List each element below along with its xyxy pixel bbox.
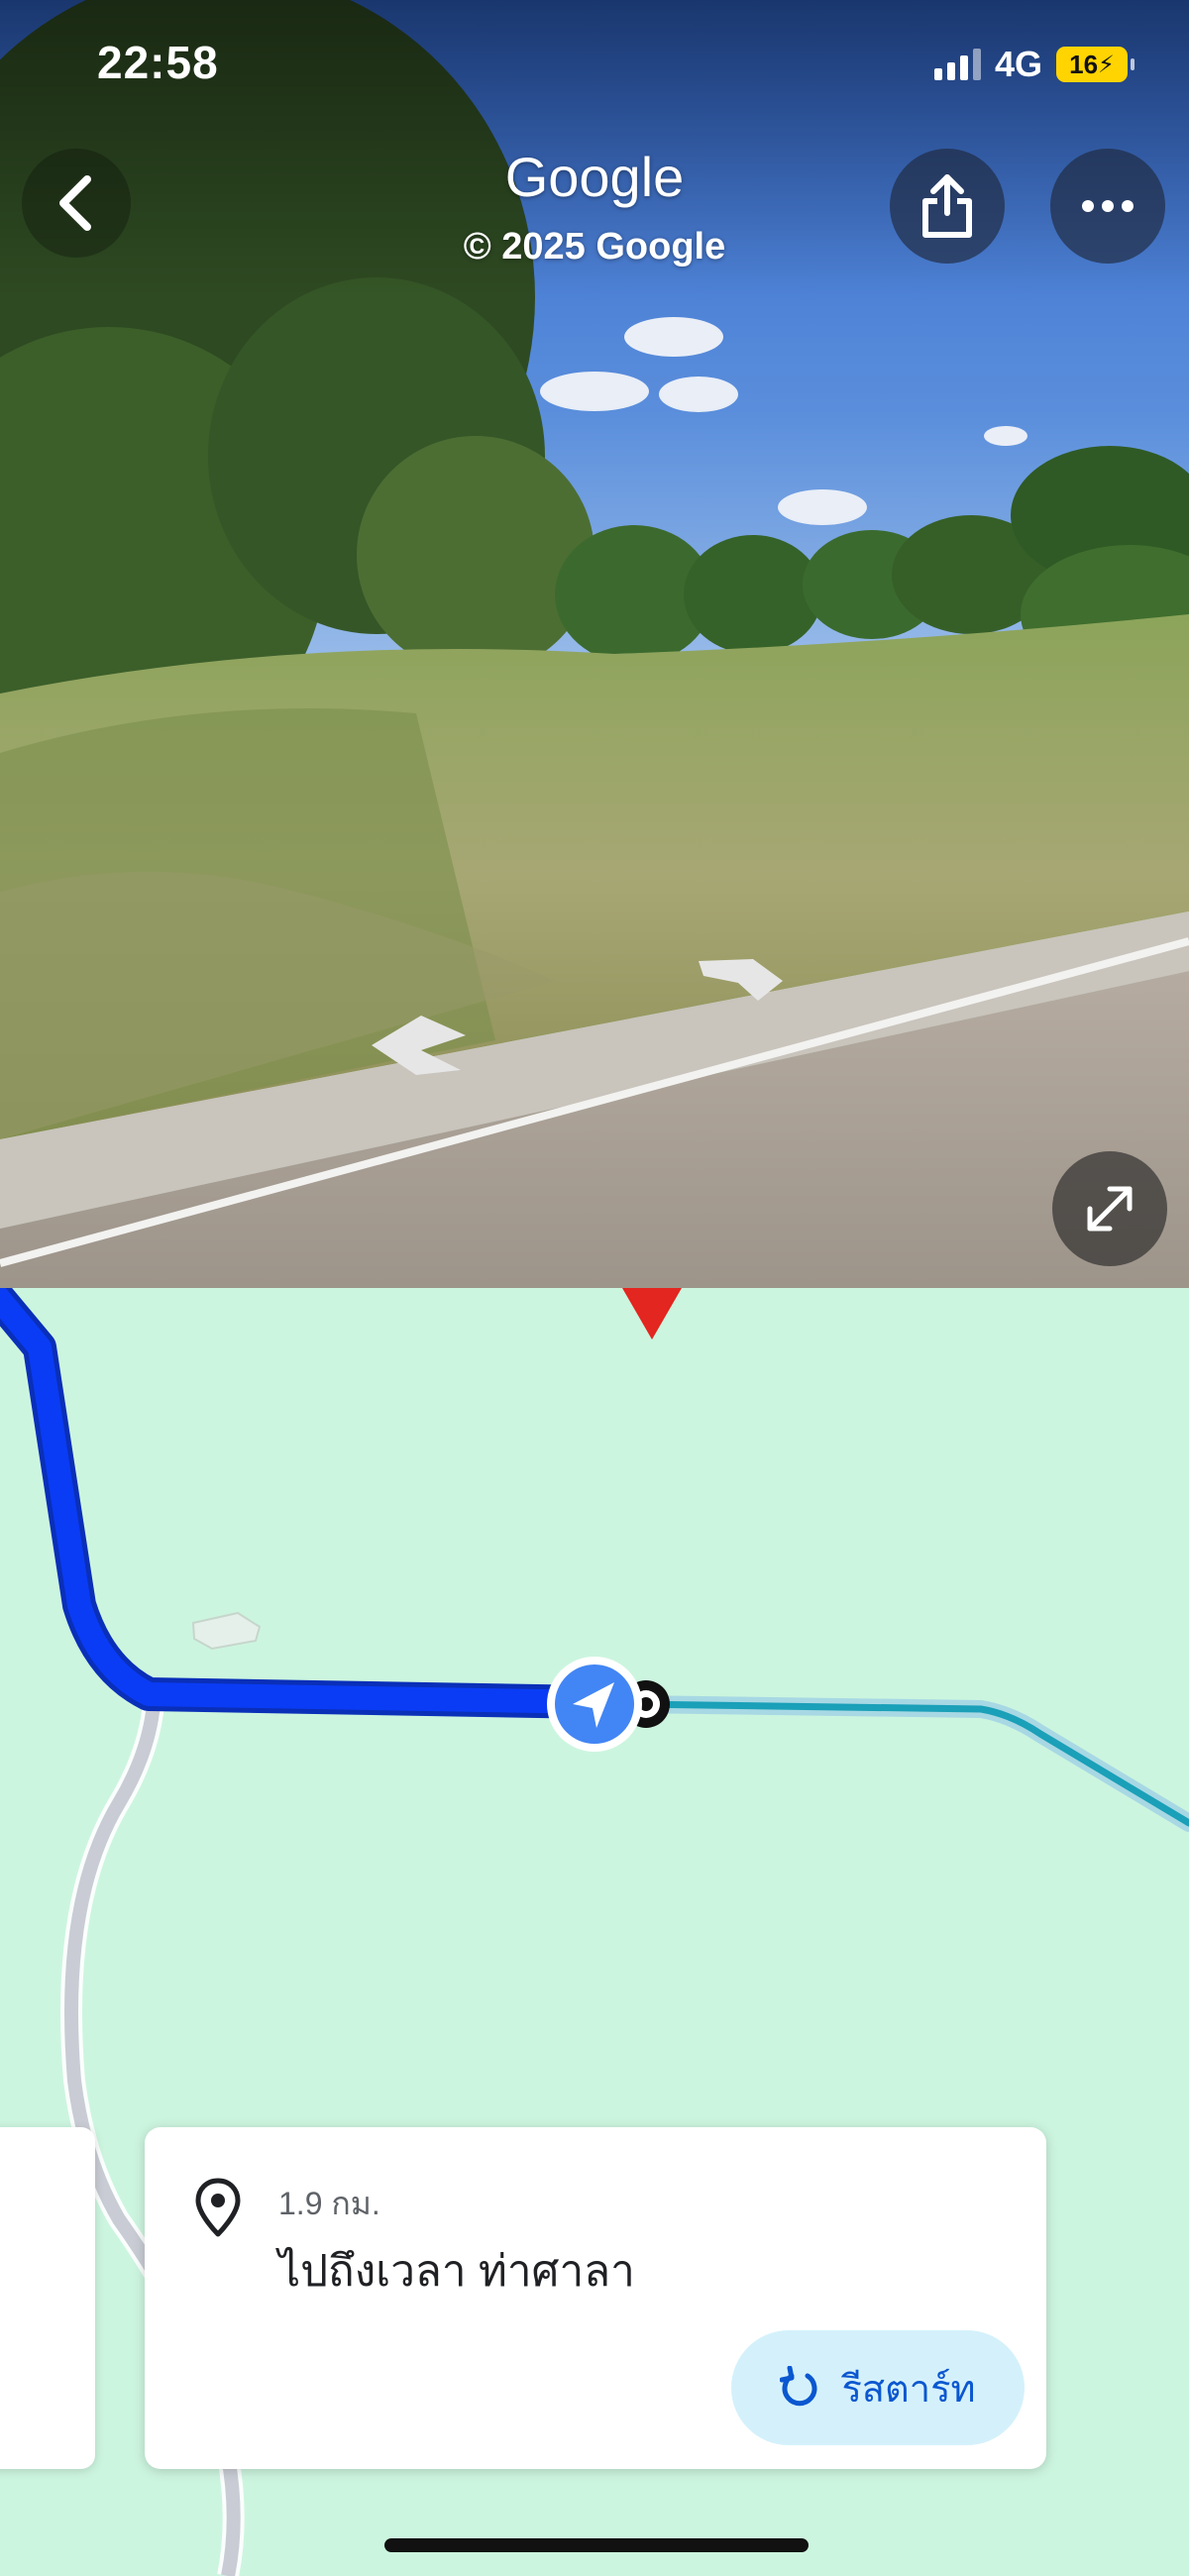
expand-arrows-icon [1087,1186,1133,1232]
cellular-signal-icon [933,49,981,80]
back-button[interactable] [22,149,131,258]
share-icon [922,174,972,238]
status-time: 22:58 [97,37,219,88]
share-button[interactable] [890,149,1005,264]
route-traveled-line [0,1288,606,1714]
street-view-title: Google [504,146,685,208]
status-indicators: 4G 16 ⚡ [933,44,1135,85]
previous-card-peek[interactable] [0,2127,95,2469]
more-options-button[interactable] [1050,149,1165,264]
street-view-direction-marker [622,1288,682,1340]
route-distance: 1.9 กม. [278,2186,380,2221]
more-horizontal-icon [1082,200,1134,212]
battery-level: 16 [1069,49,1099,79]
location-pin-icon [195,2178,241,2237]
battery-icon: 16 ⚡ [1056,47,1135,82]
route-destination: ไปถึงเวลา ท่าศาลา [278,2247,635,2296]
restart-button[interactable]: รีสตาร์ท [731,2330,1025,2445]
street-view-copyright: © 2025 Google [463,226,726,268]
restart-icon [780,2366,817,2407]
route-info-card[interactable]: 1.9 กม. ไปถึงเวลา ท่าศาลา รีสตาร์ท [145,2127,1046,2469]
expand-street-view-button[interactable] [1052,1151,1167,1266]
status-bar: 22:58 4G 16 ⚡ [0,0,1189,129]
home-indicator[interactable] [384,2538,809,2552]
restart-label: รีสตาร์ท [841,2368,976,2411]
chevron-left-icon [59,175,91,231]
network-type: 4G [994,44,1042,84]
current-location-icon [547,1657,642,1752]
